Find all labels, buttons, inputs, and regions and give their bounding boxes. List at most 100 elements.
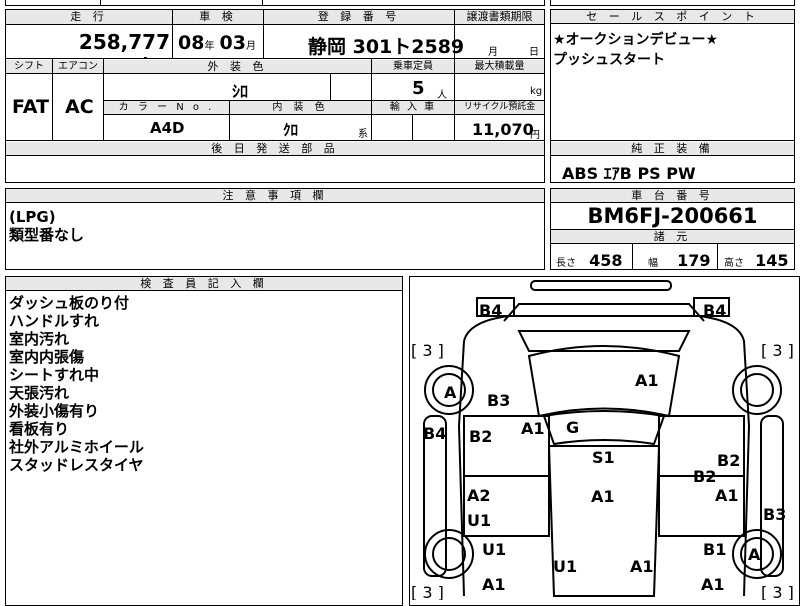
equipment-header: 純 正 装 備	[551, 142, 794, 156]
mark-bracket-tr: [ 3 ]	[761, 341, 794, 360]
mark-rear-right: B4	[703, 301, 726, 320]
mark-hood-top: S1	[592, 448, 615, 467]
mark-hood-mid: A1	[591, 487, 615, 506]
width-value: 179	[677, 251, 711, 270]
length-label: 長さ	[556, 258, 576, 269]
inspector-list: ダッシュ板のり付 ハンドルすれ 室内汚れ 室内内張傷 シートすれ中 天張汚れ 外…	[9, 294, 144, 474]
inspector-header: 検 査 員 記 入 欄	[6, 277, 402, 291]
mark-wheel-fr: A	[748, 545, 761, 564]
mark-bumper-right: A1	[630, 557, 654, 576]
length-value: 458	[589, 251, 623, 270]
equipment-value: ABS ｴｱB PS PW	[562, 164, 696, 183]
inspection-year: 08	[178, 32, 205, 54]
mark-front-left: A1	[482, 575, 506, 594]
top-partial-right	[550, 0, 795, 6]
mark-quarter-left: B3	[487, 391, 510, 410]
max-load-header: 最大積載量	[455, 60, 544, 73]
width-cell: 幅 179	[648, 251, 711, 270]
height-label: 高さ	[724, 258, 744, 269]
mark-left-rear-door: B2	[469, 427, 492, 446]
rear-window-shape	[517, 330, 691, 352]
registration-header: 登 録 番 号	[264, 10, 454, 24]
exterior-color-value: ｼﾛ	[232, 82, 249, 101]
mark-right-fender: B1	[703, 540, 726, 559]
year-unit: 年	[204, 41, 215, 52]
inspector-line: 天張汚れ	[9, 384, 70, 402]
length-cell: 長さ 458	[556, 251, 623, 270]
inspection-cell: 08年 03月	[178, 32, 262, 58]
rear-panel-shape	[503, 303, 705, 322]
mark-windshield: G	[566, 418, 579, 437]
mileage-value: 258,777	[78, 30, 170, 54]
height-value: 145	[755, 251, 789, 270]
inspector-line: 看板有り	[9, 420, 70, 438]
car-diagram: B4 B4 [ 3 ] [ 3 ] A B3 A1 A1 G B4 B2 S1 …	[411, 280, 794, 600]
sales-point-line: ★オークションデビュー★	[553, 32, 719, 48]
aircon-value: AC	[65, 96, 94, 118]
recycle-value: 11,070	[472, 120, 534, 139]
shift-header: シフト	[6, 60, 52, 73]
inspector-line: 室内内張傷	[9, 348, 85, 366]
mileage-header: 走 行	[6, 10, 172, 24]
parts-header: 後 日 発 送 部 品	[6, 142, 544, 156]
top-partial-row	[5, 0, 545, 6]
mark-bracket-tl: [ 3 ]	[411, 341, 444, 360]
mark-bracket-bl: [ 3 ]	[411, 583, 444, 600]
mark-left-fender: U1	[482, 540, 506, 559]
sales-point-line: プッシュスタート	[553, 52, 665, 68]
inspector-line: 外装小傷有り	[9, 402, 100, 420]
exterior-color-header: 外 装 色	[104, 60, 371, 73]
registration-value: 静岡 301ト2589	[308, 36, 465, 58]
height-cell: 高さ 145	[724, 251, 789, 270]
notes-header: 注 意 事 項 欄	[6, 189, 544, 203]
transfer-month: 月	[488, 47, 498, 58]
inspector-line: 室内汚れ	[9, 330, 70, 348]
inspector-line: ダッシュ板のり付	[9, 294, 130, 312]
mark-right-door-mid: B2	[693, 467, 716, 486]
mark-side-right: B3	[763, 505, 786, 524]
sales-points-list: ★オークションデビュー★ プッシュスタート	[553, 30, 718, 70]
max-load-unit: kg	[530, 86, 543, 97]
windshield-shape	[542, 410, 666, 446]
mark-rear-left: B4	[479, 301, 502, 320]
rear-bumper-shape	[530, 280, 672, 291]
transfer-day: 日	[529, 47, 539, 58]
inspector-line: ハンドルすれ	[9, 312, 100, 330]
shift-value: FAT	[12, 96, 49, 118]
mark-pillar-left: A1	[521, 419, 545, 438]
notes-list: (LPG) 類型番なし	[9, 208, 84, 244]
mark-front-right: A1	[701, 575, 725, 594]
interior-suffix: 系	[358, 129, 368, 140]
color-no-header: カ ラ ー N o .	[118, 102, 215, 113]
aircon-header: エアコン	[53, 60, 103, 73]
note-line: 類型番なし	[9, 226, 85, 244]
sales-points-header: セ ー ル ス ポ イ ン ト	[551, 10, 794, 24]
chassis-header: 車 台 番 号	[551, 189, 794, 203]
interior-color-header: 内 装 色	[272, 102, 329, 113]
mark-side-left: B4	[423, 424, 446, 443]
mark-right-front-door: A1	[715, 486, 739, 505]
import-header: 輸 入 車	[389, 102, 437, 113]
color-no-value: A4D	[150, 119, 185, 137]
mark-right-rear-door: B2	[717, 451, 740, 470]
mileage-cell: 258,777 km	[60, 30, 170, 73]
inspection-month: 03	[219, 32, 246, 54]
mark-roof: A1	[635, 371, 659, 390]
capacity-value: 5	[412, 78, 425, 99]
mark-left-front-door: A2	[467, 486, 491, 505]
mark-bracket-br: [ 3 ]	[761, 583, 794, 600]
recycle-header: リサイクル預託金	[463, 102, 536, 112]
inspection-header: 車 検	[173, 10, 263, 24]
note-line: (LPG)	[9, 208, 56, 226]
dims-header: 諸 元	[551, 230, 794, 244]
sales-points-box	[550, 9, 795, 141]
width-label: 幅	[648, 258, 658, 269]
chassis-value: BM6FJ-200661	[587, 204, 758, 228]
mark-left-door-lower: U1	[467, 511, 491, 530]
inspector-line: 社外アルミホイール	[9, 438, 144, 456]
interior-color-value: ｸﾛ	[283, 121, 299, 139]
mark-bumper-left: U1	[553, 557, 577, 576]
mark-wheel-rl: A	[444, 383, 457, 402]
recycle-unit: 円	[530, 130, 540, 141]
capacity-unit: 人	[437, 90, 447, 101]
